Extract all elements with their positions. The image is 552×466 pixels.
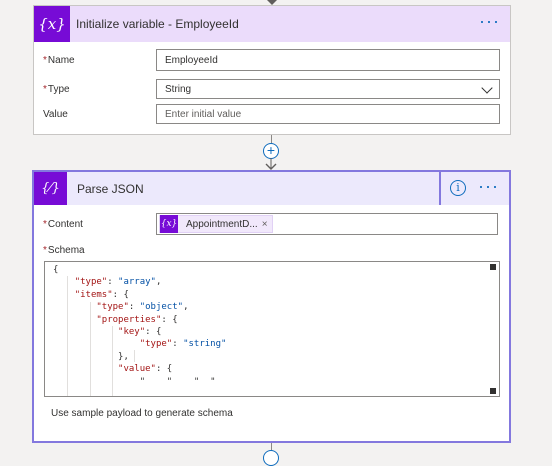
scroll-down-icon[interactable] [490, 388, 496, 394]
sample-payload-link[interactable]: Use sample payload to generate schema [51, 408, 233, 419]
more-options-button[interactable]: ··· [479, 12, 500, 30]
content-row: *Content {x} AppointmentD... × [34, 213, 509, 235]
card-title: Initialize variable - EmployeeId [76, 17, 239, 31]
code-line: { [53, 265, 59, 275]
code-line: "properties": { [96, 314, 178, 325]
content-field[interactable]: {x} AppointmentD... × [156, 213, 498, 235]
vertical-scrollbar[interactable] [487, 262, 499, 396]
type-dropdown[interactable]: String [156, 79, 500, 99]
code-line: "type": "array", [74, 277, 162, 288]
token-label: AppointmentD... [186, 218, 258, 230]
parse-json-card: {⁄} Parse JSON i ··· *Content {x} Appoin… [32, 170, 511, 443]
code-line: " " " " [53, 376, 216, 387]
schema-editor[interactable]: { "type": "array", "items": { "type": "o… [44, 261, 500, 397]
chevron-down-icon [481, 82, 493, 94]
type-selected-value: String [165, 83, 192, 95]
more-options-button[interactable]: ··· [478, 177, 499, 195]
required-marker: * [43, 54, 47, 66]
card-title: Parse JSON [77, 181, 144, 196]
indent-guide [90, 302, 91, 396]
parse-json-icon: {⁄} [34, 172, 67, 205]
required-marker: * [43, 83, 47, 95]
value-placeholder: Enter initial value [165, 108, 242, 120]
code-line: "items": { [74, 289, 129, 300]
indent-guide [112, 326, 113, 396]
add-step-button[interactable] [263, 450, 279, 466]
name-label: *Name [43, 54, 75, 66]
code-line: "type": "string" [139, 339, 227, 350]
info-icon[interactable]: i [450, 180, 466, 196]
variable-icon: {x} [34, 6, 70, 42]
name-field[interactable]: EmployeeId [156, 49, 500, 71]
value-field[interactable]: Enter initial value [156, 104, 500, 124]
required-marker: * [43, 245, 47, 256]
code-line: "key": { [118, 327, 162, 338]
card-header[interactable]: {⁄} Parse JSON i ··· [34, 172, 509, 205]
value-row: Value Enter initial value [34, 103, 510, 125]
card-header[interactable]: {x} Initialize variable - EmployeeId ··· [34, 6, 510, 42]
schema-code: { "type": "array", "items": { "type": "o… [45, 262, 499, 388]
initialize-variable-card: {x} Initialize variable - EmployeeId ···… [33, 5, 511, 135]
dynamic-content-token[interactable]: {x} AppointmentD... × [159, 215, 273, 233]
indent-guide [134, 350, 135, 362]
code-line: "type": "object", [96, 302, 189, 313]
close-icon[interactable]: × [262, 219, 272, 230]
content-label: *Content [43, 218, 83, 230]
indent-guide [67, 276, 68, 396]
schema-label: *Schema [43, 245, 85, 256]
name-row: *Name EmployeeId [34, 49, 510, 71]
value-label: Value [43, 108, 68, 120]
type-label: *Type [43, 83, 70, 95]
type-row: *Type String [34, 78, 510, 100]
required-marker: * [43, 218, 47, 230]
variable-icon: {x} [160, 215, 178, 233]
arrow-down-icon [265, 158, 277, 170]
add-step-button[interactable]: + [263, 143, 279, 159]
scroll-up-icon[interactable] [490, 264, 496, 270]
header-divider [439, 172, 441, 205]
